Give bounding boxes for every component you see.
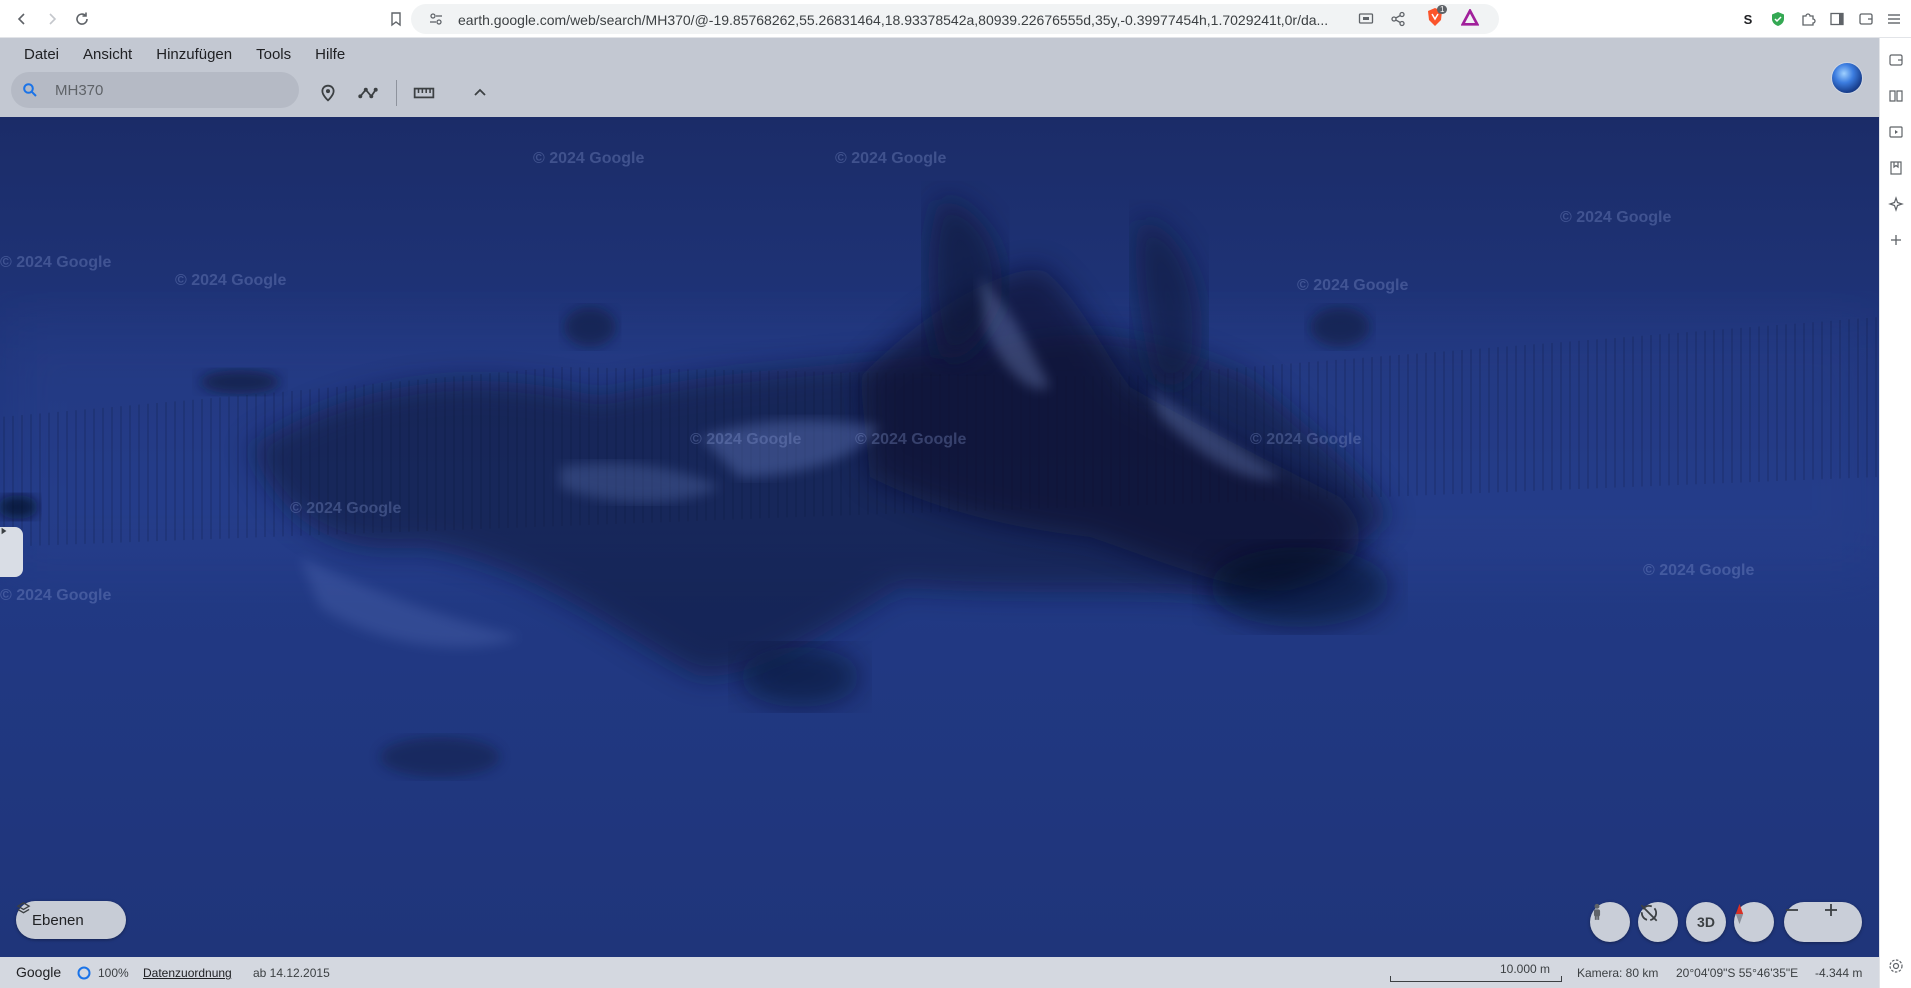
rotation-off-icon	[1640, 904, 1658, 922]
map-watermark: © 2024 Google	[0, 254, 112, 271]
menu-hinzufuegen[interactable]: Hinzufügen	[144, 44, 244, 65]
brave-shield-icon[interactable]: 1	[1425, 5, 1448, 29]
measure-ruler-icon[interactable]	[412, 81, 436, 105]
sidebar-settings-icon[interactable]	[1888, 958, 1904, 974]
toggle-3d-label: 3D	[1697, 914, 1715, 930]
cursor-coordinates: 20°04'09"S 55°46'35"E	[1676, 966, 1799, 980]
bookmark-icon[interactable]	[384, 7, 408, 31]
plus-icon	[1825, 904, 1837, 916]
map-watermark: © 2024 Google	[290, 500, 402, 517]
map-watermark: © 2024 Google	[1297, 277, 1409, 294]
cast-icon[interactable]	[1358, 11, 1374, 27]
layers-label: Ebenen	[32, 911, 84, 929]
search-box[interactable]	[11, 72, 299, 108]
wallet-panel-icon[interactable]	[1888, 52, 1904, 68]
toolbar-divider	[396, 80, 397, 106]
earth-header: Datei Ansicht Hinzufügen Tools Hilfe	[0, 38, 1879, 117]
loading-ring-icon	[77, 966, 91, 980]
compass-button[interactable]	[1734, 902, 1774, 942]
street-view-pegman-button[interactable]	[1590, 902, 1630, 942]
zoom-controls	[1784, 902, 1862, 942]
zoom-out-button[interactable]	[1784, 902, 1823, 942]
brave-rewards-icon[interactable]	[1460, 7, 1481, 29]
scale-label: 10.000 m	[1500, 962, 1551, 976]
extension-s-icon[interactable]: S	[1738, 9, 1758, 29]
google-logo-text: Google	[16, 964, 62, 980]
leo-ai-icon[interactable]	[1888, 196, 1904, 212]
pegman-icon	[1593, 903, 1601, 920]
back-icon[interactable]	[10, 7, 34, 31]
sidebar-toggle-icon[interactable]	[1827, 9, 1847, 29]
chevron-right-icon	[1, 527, 7, 535]
address-bar[interactable]: earth.google.com/web/search/MH370/@-19.8…	[411, 4, 1499, 34]
imagery-date: ab 14.12.2015	[253, 966, 330, 980]
load-percent: 100%	[98, 966, 129, 980]
site-settings-icon[interactable]	[428, 11, 444, 27]
url-text[interactable]: earth.google.com/web/search/MH370/@-19.8…	[458, 12, 1338, 28]
seafloor-terrain	[0, 197, 1879, 777]
map-watermark: © 2024 Google	[1643, 562, 1755, 579]
browser-menu-icon[interactable]	[1884, 9, 1904, 29]
map-viewport[interactable]: © 2024 Google © 2024 Google © 2024 Googl…	[0, 117, 1879, 957]
menu-tools[interactable]: Tools	[244, 44, 303, 65]
path-polygon-icon[interactable]	[356, 81, 380, 105]
add-panel-icon[interactable]	[1888, 232, 1904, 248]
layers-icon	[16, 902, 31, 914]
menu-datei[interactable]: Datei	[12, 44, 71, 65]
extensions-puzzle-icon[interactable]	[1798, 9, 1818, 29]
menu-bar: Datei Ansicht Hinzufügen Tools Hilfe	[12, 44, 357, 65]
map-watermark: © 2024 Google	[690, 431, 802, 448]
scale-bar	[1390, 976, 1562, 982]
status-bar: Google 100% Datenzuordnung ab 14.12.2015…	[0, 957, 1879, 988]
extension-badge: 1	[1437, 5, 1448, 14]
cursor-elevation: -4.344 m	[1815, 966, 1863, 980]
map-watermark: © 2024 Google	[835, 150, 947, 167]
map-watermark: © 2024 Google	[855, 431, 967, 448]
reading-list-icon[interactable]	[1888, 88, 1904, 104]
expand-panel-button[interactable]	[0, 527, 23, 577]
reload-icon[interactable]	[70, 7, 94, 31]
placemark-icon[interactable]	[316, 81, 340, 105]
map-watermark: © 2024 Google	[1250, 431, 1362, 448]
reset-view-button[interactable]	[1638, 902, 1678, 942]
collapse-toolbar-icon[interactable]	[468, 81, 492, 105]
extension-shield-icon[interactable]	[1768, 9, 1788, 29]
map-watermark: © 2024 Google	[0, 587, 112, 604]
map-watermark: © 2024 Google	[533, 150, 645, 167]
account-avatar[interactable]	[1831, 62, 1863, 94]
toggle-3d-button[interactable]: 3D	[1686, 902, 1726, 942]
forward-icon[interactable]	[40, 7, 64, 31]
search-input[interactable]	[55, 80, 285, 100]
map-watermark: © 2024 Google	[1560, 209, 1672, 226]
playlist-icon[interactable]	[1888, 124, 1904, 140]
map-watermark: © 2024 Google	[175, 272, 287, 289]
zoom-in-button[interactable]	[1823, 902, 1862, 942]
search-icon[interactable]	[22, 82, 38, 98]
browser-side-rail	[1879, 38, 1911, 988]
data-attribution-link[interactable]: Datenzuordnung	[143, 966, 232, 980]
menu-ansicht[interactable]: Ansicht	[71, 44, 144, 65]
menu-hilfe[interactable]: Hilfe	[303, 44, 357, 65]
camera-altitude: Kamera: 80 km	[1577, 966, 1659, 980]
compass-icon	[1735, 903, 1744, 925]
minus-icon	[1786, 909, 1798, 911]
bookmarks-panel-icon[interactable]	[1888, 160, 1904, 176]
wallet-icon[interactable]	[1856, 9, 1876, 29]
share-icon[interactable]	[1390, 11, 1406, 27]
browser-toolbar: earth.google.com/web/search/MH370/@-19.8…	[0, 0, 1911, 38]
layers-button[interactable]: Ebenen	[16, 901, 126, 939]
